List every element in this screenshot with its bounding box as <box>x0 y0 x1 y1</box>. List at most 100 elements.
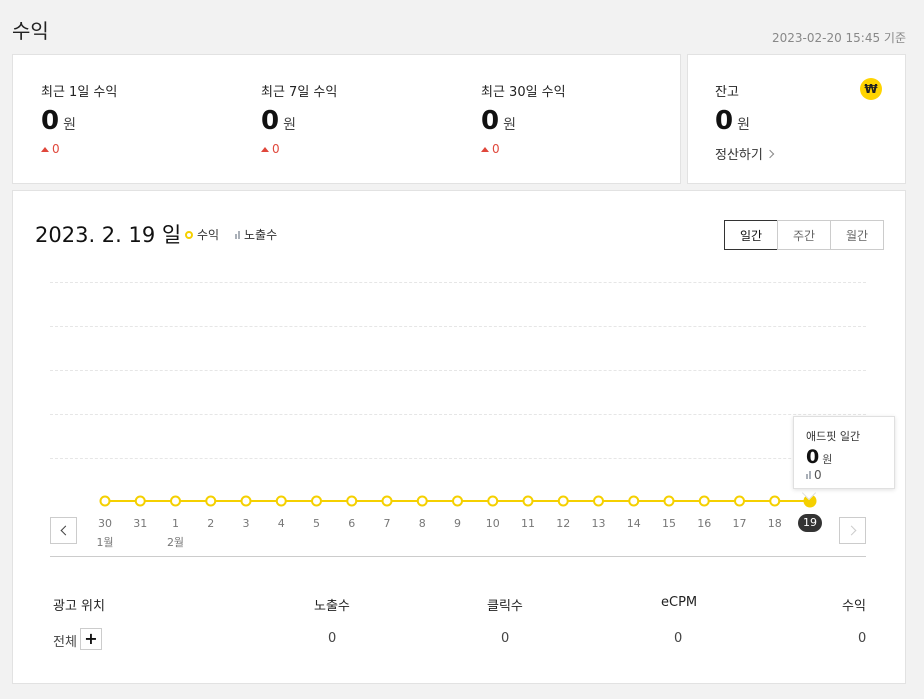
settle-label: 정산하기 <box>715 148 763 163</box>
settle-link[interactable]: 정산하기 <box>715 144 775 163</box>
chevron-left-icon <box>60 525 70 536</box>
data-point[interactable] <box>205 495 217 507</box>
next-button[interactable] <box>839 517 866 544</box>
x-tick-label[interactable]: 7 <box>375 517 399 530</box>
tooltip-title: 애드핏 일간 <box>806 430 861 443</box>
stat-delta: 0 <box>481 142 566 156</box>
x-tick-label[interactable]: 13 <box>587 517 611 530</box>
stat-7-day: 최근 7일 수익 0 원 0 <box>261 81 337 156</box>
bar-chart-icon <box>806 471 811 479</box>
data-point[interactable] <box>522 495 534 507</box>
x-tick-label[interactable]: 9 <box>446 517 470 530</box>
col-header-ecpm: eCPM <box>661 595 698 610</box>
arrow-up-icon <box>41 146 49 152</box>
stat-value: 0 <box>481 106 500 136</box>
x-tick-label[interactable]: 16 <box>692 517 716 530</box>
col-header-revenue: 수익 <box>842 599 866 614</box>
stat-unit: 원 <box>63 117 76 133</box>
stat-30-day: 최근 30일 수익 0 원 0 <box>481 81 566 156</box>
stat-label: 최근 30일 수익 <box>481 85 566 100</box>
won-coin-icon: ₩ <box>860 78 882 100</box>
x-tick-label[interactable]: 5 <box>305 517 329 530</box>
x-tick-label[interactable]: 12 <box>551 517 575 530</box>
data-point[interactable] <box>134 495 146 507</box>
timestamp: 2023-02-20 15:45 기준 <box>771 31 906 45</box>
data-point[interactable] <box>698 495 710 507</box>
data-point[interactable] <box>452 495 463 507</box>
tooltip-impressions: 0 <box>814 468 822 482</box>
delta-value: 0 <box>52 142 60 156</box>
data-point[interactable] <box>99 495 111 507</box>
data-point[interactable] <box>593 495 604 507</box>
balance-label: 잔고 <box>715 85 739 100</box>
axis-divider <box>50 556 866 557</box>
data-point[interactable] <box>734 495 745 507</box>
stat-delta: 0 <box>41 142 117 156</box>
x-tick-label[interactable]: 19 <box>798 514 822 532</box>
data-point[interactable] <box>381 495 393 507</box>
data-point[interactable] <box>663 495 675 507</box>
stat-unit: 원 <box>283 117 296 133</box>
arrow-up-icon <box>261 146 269 152</box>
col-header-position: 광고 위치 <box>53 599 105 614</box>
month-label: 1월 <box>96 536 114 549</box>
balance-unit: 원 <box>737 117 750 133</box>
x-tick-label[interactable]: 14 <box>622 517 646 530</box>
x-tick-label[interactable]: 8 <box>410 517 434 530</box>
page-title: 수익 <box>12 19 49 43</box>
chart-card: 2023. 2. 19 일 수익 노출수 일간 주간 월간 30 31 1 2 3 4 5 6… <box>12 190 906 684</box>
data-point[interactable] <box>311 495 322 507</box>
revenue-summary-card: 최근 1일 수익 0 원 0 최근 7일 수익 0 원 0 최근 30일 수익 … <box>12 54 681 184</box>
x-tick-label[interactable]: 17 <box>728 517 752 530</box>
data-point[interactable] <box>170 495 181 507</box>
x-tick-label[interactable]: 6 <box>340 517 364 530</box>
expand-plus-button[interactable]: + <box>80 628 102 650</box>
col-header-clicks: 클릭수 <box>487 599 523 614</box>
stat-value: 0 <box>41 106 60 136</box>
x-tick-label[interactable]: 2 <box>199 517 223 530</box>
data-point[interactable] <box>487 495 499 507</box>
previous-button[interactable] <box>50 517 77 544</box>
x-tick-label[interactable]: 10 <box>481 517 505 530</box>
data-point[interactable] <box>346 495 358 507</box>
stat-unit: 원 <box>503 117 516 133</box>
x-tick-label[interactable]: 31 <box>128 517 152 530</box>
row-position: 전체 <box>53 635 77 650</box>
delta-value: 0 <box>272 142 280 156</box>
col-header-impressions: 노출수 <box>314 599 350 614</box>
revenue-line-chart <box>99 494 817 508</box>
row-revenue: 0 <box>858 631 867 646</box>
stat-label: 최근 7일 수익 <box>261 85 338 100</box>
balance-card: 잔고 0 원 ₩ 정산하기 <box>687 54 906 184</box>
row-clicks: 0 <box>501 631 510 646</box>
balance-value: 0 <box>715 106 734 136</box>
tooltip-value: 0 <box>806 446 820 468</box>
arrow-up-icon <box>481 146 489 152</box>
data-point[interactable] <box>628 495 640 507</box>
x-tick-label[interactable]: 4 <box>269 517 293 530</box>
x-tick-label[interactable]: 1 <box>164 517 188 530</box>
balance-stat: 잔고 0 원 <box>715 81 750 136</box>
stat-value: 0 <box>261 106 280 136</box>
row-ecpm: 0 <box>674 631 683 646</box>
data-point[interactable] <box>416 495 428 507</box>
stat-delta: 0 <box>261 142 337 156</box>
data-point[interactable] <box>769 495 781 507</box>
month-label: 2월 <box>166 536 185 549</box>
delta-value: 0 <box>492 142 500 156</box>
stat-1-day: 최근 1일 수익 0 원 0 <box>41 81 117 156</box>
x-tick-label[interactable]: 15 <box>657 517 681 530</box>
data-point[interactable] <box>240 495 252 507</box>
data-point[interactable] <box>275 495 287 507</box>
chart-tooltip: 애드핏 일간 0 원 0 <box>793 416 895 489</box>
x-tick-label[interactable]: 11 <box>516 517 540 530</box>
x-tick-label[interactable]: 18 <box>763 517 787 530</box>
tooltip-unit: 원 <box>822 453 833 466</box>
x-tick-label[interactable]: 3 <box>234 517 258 530</box>
chevron-right-icon <box>846 525 856 536</box>
row-impressions: 0 <box>328 631 337 646</box>
chevron-right-icon <box>765 149 775 158</box>
x-tick-label[interactable]: 30 <box>93 517 117 530</box>
stat-label: 최근 1일 수익 <box>41 85 118 100</box>
data-point[interactable] <box>557 495 569 507</box>
